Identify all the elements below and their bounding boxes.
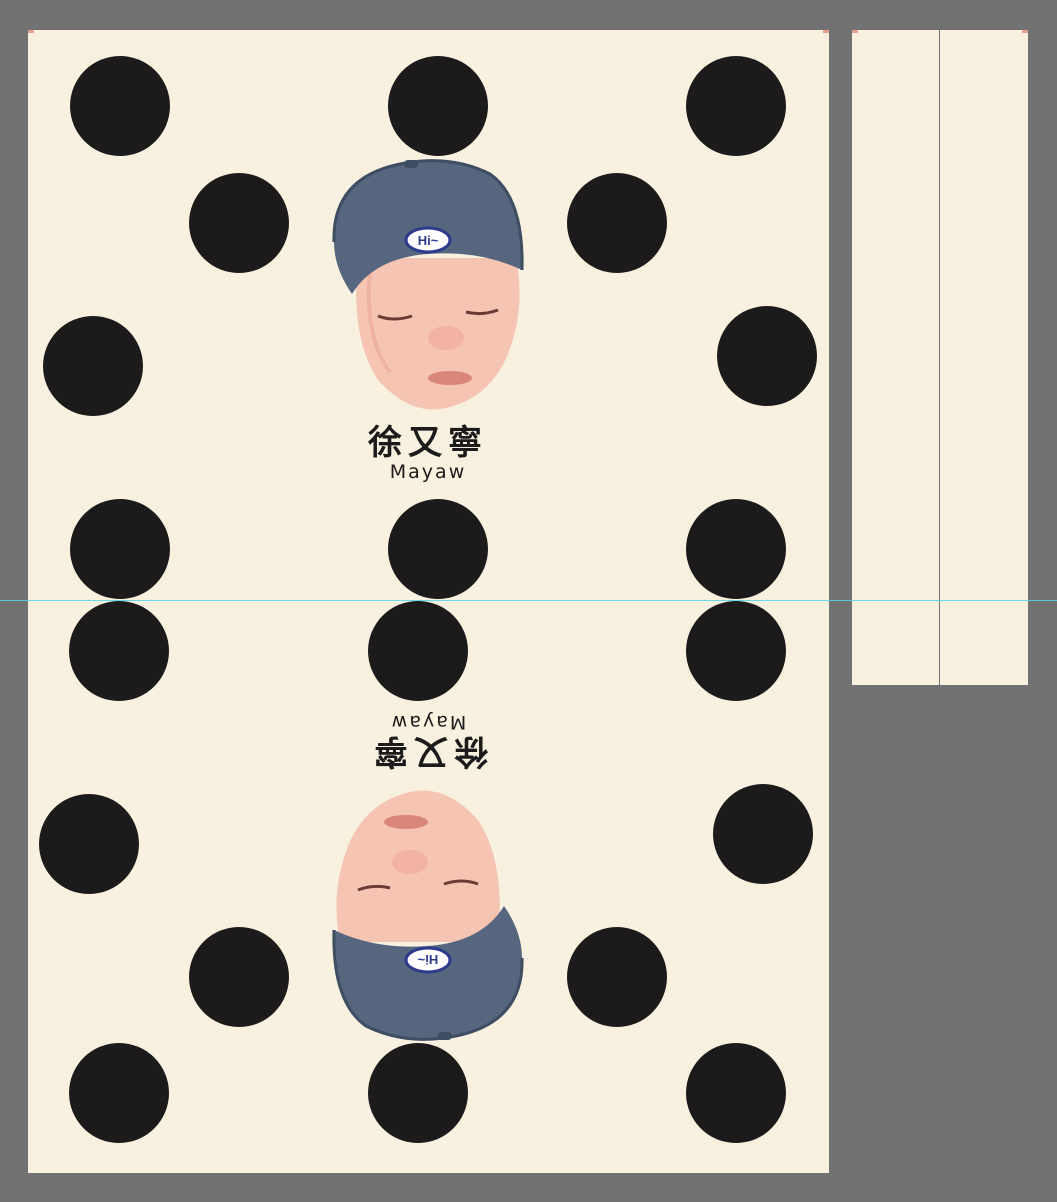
polka-dot (368, 1043, 468, 1143)
polka-dot (567, 927, 667, 1027)
crop-mark (852, 30, 858, 33)
english-name: Mayaw (389, 461, 467, 483)
polka-dot (686, 56, 786, 156)
baby-face-image-rotated[interactable]: Hi~ (330, 782, 526, 1042)
polka-dot (567, 173, 667, 273)
polka-dot (388, 56, 488, 156)
horizontal-guide[interactable] (0, 600, 1057, 601)
polka-dot (69, 601, 169, 701)
polka-dot (388, 499, 488, 599)
polka-dot (70, 499, 170, 599)
polka-dot (70, 56, 170, 156)
polka-dot (686, 499, 786, 599)
polka-dot (189, 927, 289, 1027)
name-label-bottom[interactable]: 徐又寧 Mayaw (328, 711, 528, 771)
polka-dot (713, 784, 813, 884)
chinese-name: 徐又寧 (368, 731, 488, 771)
baby-face-image[interactable]: Hi~ (330, 158, 526, 418)
crop-mark (28, 30, 34, 33)
side-panel-artboard-left[interactable] (852, 30, 939, 685)
name-label-top[interactable]: 徐又寧 Mayaw (328, 424, 528, 482)
polka-dot (686, 1043, 786, 1143)
chinese-name: 徐又寧 (368, 423, 488, 463)
crop-mark (823, 30, 829, 33)
polka-dot (189, 173, 289, 273)
side-panel-artboard-right[interactable] (940, 30, 1028, 685)
english-name: Mayaw (389, 711, 467, 733)
polka-dot (686, 601, 786, 701)
polka-dot (717, 306, 817, 406)
crop-mark (1022, 30, 1028, 33)
polka-dot (368, 601, 468, 701)
polka-dot (69, 1043, 169, 1143)
hat-badge-text: Hi~ (417, 952, 438, 967)
polka-dot (39, 794, 139, 894)
hat-badge-text: Hi~ (418, 233, 439, 248)
polka-dot (43, 316, 143, 416)
